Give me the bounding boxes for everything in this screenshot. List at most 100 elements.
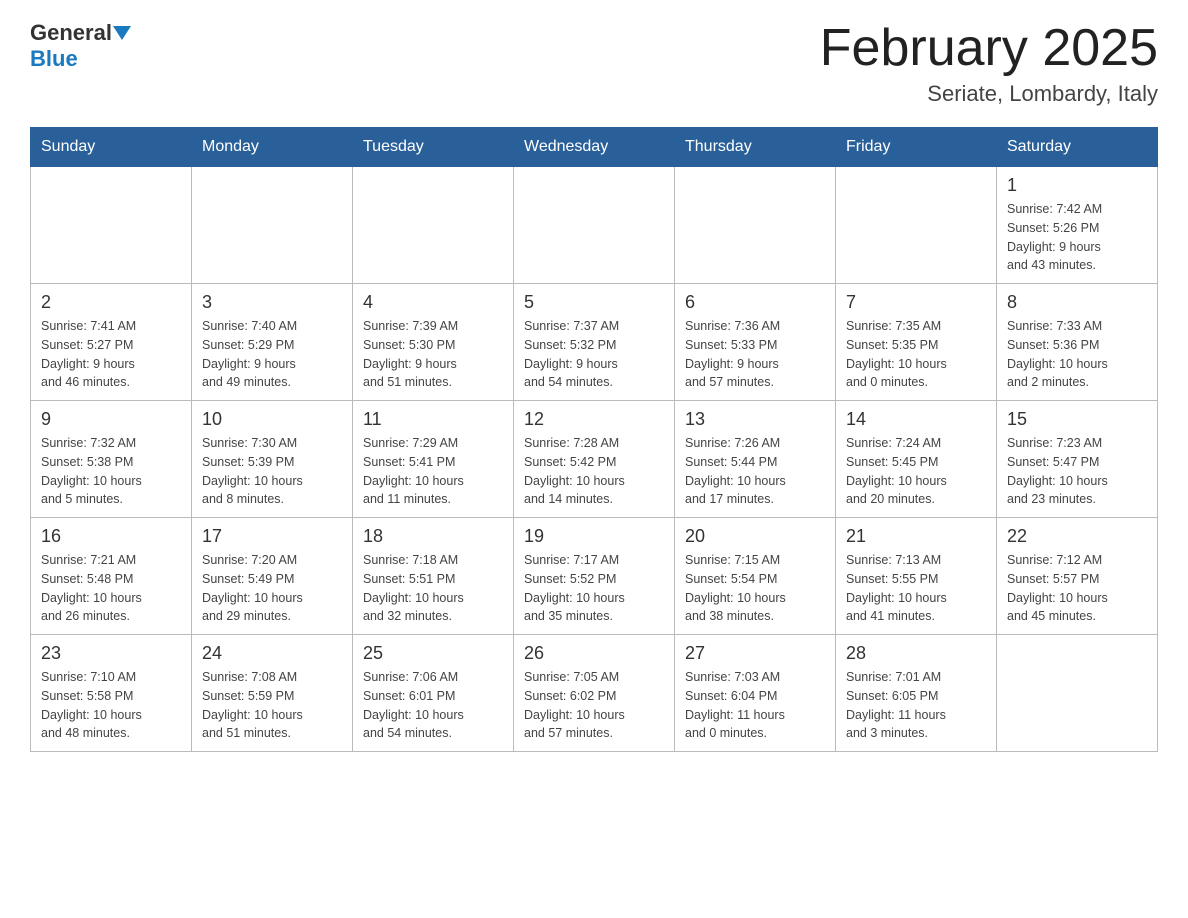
day-number: 9 (41, 409, 181, 430)
day-info: Sunrise: 7:37 AMSunset: 5:32 PMDaylight:… (524, 317, 664, 392)
week-row-0: 1Sunrise: 7:42 AMSunset: 5:26 PMDaylight… (31, 167, 1158, 284)
day-cell (31, 167, 192, 284)
day-cell (836, 167, 997, 284)
week-row-1: 2 Sunrise: 7:41 AMSunset: 5:27 PMDaylight… (31, 284, 1158, 401)
day-info: Sunrise: 7:05 AMSunset: 6:02 PMDaylight:… (524, 668, 664, 743)
day-number: 12 (524, 409, 664, 430)
day-info: Sunrise: 7:36 AMSunset: 5:33 PMDaylight:… (685, 317, 825, 392)
day-cell: 10 Sunrise: 7:30 AMSunset: 5:39 PMDayligh… (192, 401, 353, 518)
header-tuesday: Tuesday (353, 128, 514, 167)
day-info: Sunrise: 7:28 AMSunset: 5:42 PMDaylight:… (524, 434, 664, 509)
header-thursday: Thursday (675, 128, 836, 167)
week-row-4: 23Sunrise: 7:10 AMSunset: 5:58 PMDayligh… (31, 635, 1158, 752)
header-monday: Monday (192, 128, 353, 167)
day-info: Sunrise: 7:40 AMSunset: 5:29 PMDaylight:… (202, 317, 342, 392)
logo-triangle-icon (113, 26, 131, 40)
day-number: 24 (202, 643, 342, 664)
day-cell (353, 167, 514, 284)
day-cell: 18 Sunrise: 7:18 AMSunset: 5:51 PMDayligh… (353, 518, 514, 635)
day-cell (514, 167, 675, 284)
day-cell: 25Sunrise: 7:06 AMSunset: 6:01 PMDayligh… (353, 635, 514, 752)
location-subtitle: Seriate, Lombardy, Italy (820, 81, 1158, 107)
day-cell: 12 Sunrise: 7:28 AMSunset: 5:42 PMDayligh… (514, 401, 675, 518)
day-cell: 2 Sunrise: 7:41 AMSunset: 5:27 PMDaylight… (31, 284, 192, 401)
day-number: 10 (202, 409, 342, 430)
day-info: Sunrise: 7:33 AMSunset: 5:36 PMDaylight:… (1007, 317, 1147, 392)
day-cell: 1Sunrise: 7:42 AMSunset: 5:26 PMDaylight… (997, 167, 1158, 284)
day-info: Sunrise: 7:23 AMSunset: 5:47 PMDaylight:… (1007, 434, 1147, 509)
day-cell: 11 Sunrise: 7:29 AMSunset: 5:41 PMDayligh… (353, 401, 514, 518)
logo-combined: General Blue (30, 20, 131, 72)
day-cell: 23Sunrise: 7:10 AMSunset: 5:58 PMDayligh… (31, 635, 192, 752)
page-header: General Blue February 2025 Seriate, Lomb… (30, 20, 1158, 107)
day-cell: 4 Sunrise: 7:39 AMSunset: 5:30 PMDaylight… (353, 284, 514, 401)
day-number: 27 (685, 643, 825, 664)
day-cell: 17 Sunrise: 7:20 AMSunset: 5:49 PMDayligh… (192, 518, 353, 635)
day-number: 26 (524, 643, 664, 664)
day-number: 5 (524, 292, 664, 313)
day-number: 18 (363, 526, 503, 547)
day-cell: 22Sunrise: 7:12 AMSunset: 5:57 PMDayligh… (997, 518, 1158, 635)
day-number: 17 (202, 526, 342, 547)
day-cell (997, 635, 1158, 752)
day-info: Sunrise: 7:21 AMSunset: 5:48 PMDaylight:… (41, 551, 181, 626)
day-info: Sunrise: 7:32 AMSunset: 5:38 PMDaylight:… (41, 434, 181, 509)
calendar-body: 1Sunrise: 7:42 AMSunset: 5:26 PMDaylight… (31, 167, 1158, 752)
day-info: Sunrise: 7:26 AMSunset: 5:44 PMDaylight:… (685, 434, 825, 509)
day-number: 2 (41, 292, 181, 313)
day-cell: 27 Sunrise: 7:03 AMSunset: 6:04 PMDayligh… (675, 635, 836, 752)
day-cell: 13 Sunrise: 7:26 AMSunset: 5:44 PMDayligh… (675, 401, 836, 518)
week-row-3: 16Sunrise: 7:21 AMSunset: 5:48 PMDayligh… (31, 518, 1158, 635)
day-number: 20 (685, 526, 825, 547)
day-info: Sunrise: 7:41 AMSunset: 5:27 PMDaylight:… (41, 317, 181, 392)
logo: General Blue (30, 20, 131, 72)
day-cell: 14Sunrise: 7:24 AMSunset: 5:45 PMDayligh… (836, 401, 997, 518)
day-info: Sunrise: 7:10 AMSunset: 5:58 PMDaylight:… (41, 668, 181, 743)
day-number: 25 (363, 643, 503, 664)
logo-blue-text: Blue (30, 46, 78, 71)
month-title: February 2025 (820, 20, 1158, 77)
day-cell (192, 167, 353, 284)
day-number: 13 (685, 409, 825, 430)
day-cell: 8 Sunrise: 7:33 AMSunset: 5:36 PMDaylight… (997, 284, 1158, 401)
day-cell: 19Sunrise: 7:17 AMSunset: 5:52 PMDayligh… (514, 518, 675, 635)
day-number: 8 (1007, 292, 1147, 313)
day-cell: 15 Sunrise: 7:23 AMSunset: 5:47 PMDayligh… (997, 401, 1158, 518)
day-info: Sunrise: 7:29 AMSunset: 5:41 PMDaylight:… (363, 434, 503, 509)
day-cell: 24Sunrise: 7:08 AMSunset: 5:59 PMDayligh… (192, 635, 353, 752)
day-cell: 21 Sunrise: 7:13 AMSunset: 5:55 PMDayligh… (836, 518, 997, 635)
day-cell: 28 Sunrise: 7:01 AMSunset: 6:05 PMDayligh… (836, 635, 997, 752)
day-number: 7 (846, 292, 986, 313)
day-number: 28 (846, 643, 986, 664)
day-cell: 5 Sunrise: 7:37 AMSunset: 5:32 PMDaylight… (514, 284, 675, 401)
weekday-row: Sunday Monday Tuesday Wednesday Thursday… (31, 128, 1158, 167)
logo-general-text: General (30, 20, 112, 46)
calendar-table: Sunday Monday Tuesday Wednesday Thursday… (30, 127, 1158, 752)
day-number: 22 (1007, 526, 1147, 547)
day-number: 11 (363, 409, 503, 430)
day-info: Sunrise: 7:03 AMSunset: 6:04 PMDaylight:… (685, 668, 825, 743)
day-cell: 3Sunrise: 7:40 AMSunset: 5:29 PMDaylight… (192, 284, 353, 401)
header-saturday: Saturday (997, 128, 1158, 167)
header-wednesday: Wednesday (514, 128, 675, 167)
day-info: Sunrise: 7:42 AMSunset: 5:26 PMDaylight:… (1007, 200, 1147, 275)
day-number: 6 (685, 292, 825, 313)
day-info: Sunrise: 7:20 AMSunset: 5:49 PMDaylight:… (202, 551, 342, 626)
day-number: 15 (1007, 409, 1147, 430)
header-friday: Friday (836, 128, 997, 167)
week-row-2: 9 Sunrise: 7:32 AMSunset: 5:38 PMDaylight… (31, 401, 1158, 518)
day-info: Sunrise: 7:35 AMSunset: 5:35 PMDaylight:… (846, 317, 986, 392)
day-info: Sunrise: 7:30 AMSunset: 5:39 PMDaylight:… (202, 434, 342, 509)
day-info: Sunrise: 7:15 AMSunset: 5:54 PMDaylight:… (685, 551, 825, 626)
day-cell: 7 Sunrise: 7:35 AMSunset: 5:35 PMDaylight… (836, 284, 997, 401)
day-info: Sunrise: 7:17 AMSunset: 5:52 PMDaylight:… (524, 551, 664, 626)
day-info: Sunrise: 7:18 AMSunset: 5:51 PMDaylight:… (363, 551, 503, 626)
day-info: Sunrise: 7:01 AMSunset: 6:05 PMDaylight:… (846, 668, 986, 743)
day-info: Sunrise: 7:13 AMSunset: 5:55 PMDaylight:… (846, 551, 986, 626)
day-cell: 6 Sunrise: 7:36 AMSunset: 5:33 PMDaylight… (675, 284, 836, 401)
day-info: Sunrise: 7:39 AMSunset: 5:30 PMDaylight:… (363, 317, 503, 392)
day-cell: 9 Sunrise: 7:32 AMSunset: 5:38 PMDaylight… (31, 401, 192, 518)
header-sunday: Sunday (31, 128, 192, 167)
day-number: 21 (846, 526, 986, 547)
day-number: 4 (363, 292, 503, 313)
